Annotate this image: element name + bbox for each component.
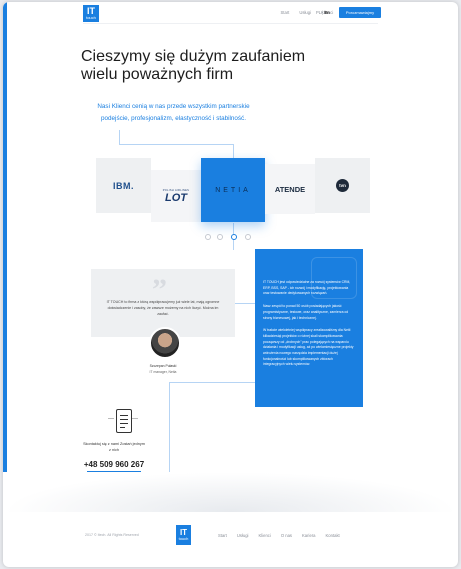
carousel-dot[interactable] bbox=[205, 234, 211, 240]
page: IT touch Start Usługi Klienci O nas Kari… bbox=[3, 2, 458, 567]
client-logo-tvn[interactable]: tvn bbox=[315, 158, 370, 213]
phone-document-icon bbox=[116, 409, 132, 433]
page-title: Cieszymy się dużym zaufaniem wielu poważ… bbox=[81, 48, 306, 83]
case-study-paragraph: IT TOUCH jest odpowiedzialne za rozwój s… bbox=[263, 280, 351, 296]
copyright-text: 2017 © Itech. All Rights Reserved bbox=[85, 533, 139, 537]
nav-item-start[interactable]: Start bbox=[280, 10, 289, 15]
client-logo-netia[interactable]: NETIA bbox=[201, 158, 265, 222]
testimonial-text: IT TOUCH to firma z którą współpracujemy… bbox=[106, 300, 220, 316]
carousel-dot-active[interactable] bbox=[231, 234, 237, 240]
footer-logo[interactable]: IT touch bbox=[176, 525, 191, 545]
lang-en[interactable]: En bbox=[324, 10, 329, 15]
left-accent-bar bbox=[3, 2, 7, 500]
client-logo-lot[interactable]: POLISH AIRLINES LOT bbox=[151, 170, 201, 222]
nav-item-uslugi[interactable]: Usługi bbox=[299, 10, 311, 15]
tvn-logo-text: tvn bbox=[336, 179, 349, 192]
footer-nav-kontakt[interactable]: Kontakt bbox=[326, 533, 340, 538]
phone-icon-dash bbox=[108, 418, 114, 419]
contact-cta-button[interactable]: Porozmawiajmy bbox=[339, 7, 381, 18]
carousel-dot[interactable] bbox=[217, 234, 223, 240]
author-role: IT manager, Netia bbox=[149, 370, 177, 374]
lot-logo-text: LOT bbox=[165, 191, 187, 204]
footer-logo-subtext: touch bbox=[178, 536, 189, 541]
case-study-paragraph: W trakcie wieloletniej współpracy zreali… bbox=[263, 328, 354, 367]
footer-nav-o-nas[interactable]: O nas bbox=[281, 533, 292, 538]
netia-logo-text: NETIA bbox=[215, 186, 251, 194]
language-switch: PL | En bbox=[316, 10, 330, 15]
case-study-paragraph: Nasz zespół to ponad 50 osób posiadający… bbox=[263, 304, 349, 320]
footer-nav: Start Usługi Klienci O nas Kariera Konta… bbox=[218, 533, 340, 538]
avatar bbox=[149, 327, 181, 359]
case-study-text: IT TOUCH jest odpowiedzialne za rozwój s… bbox=[263, 280, 355, 375]
connector-line bbox=[233, 144, 234, 158]
header-logo[interactable]: IT touch bbox=[83, 5, 99, 22]
client-logo-ibm[interactable]: IBM. bbox=[96, 158, 151, 213]
connector-line bbox=[169, 382, 170, 473]
connector-line bbox=[119, 130, 120, 144]
contact-text: Skontaktuj się z nami Zostań jednym z ni… bbox=[83, 442, 145, 452]
footer-nav-start[interactable]: Start bbox=[218, 533, 227, 538]
header-divider bbox=[83, 23, 378, 24]
connector-line bbox=[169, 382, 255, 383]
footer-nav-kariera[interactable]: Kariera bbox=[302, 533, 316, 538]
carousel-dot[interactable] bbox=[245, 234, 251, 240]
atende-logo-text: ATENDE bbox=[274, 184, 306, 194]
footer-nav-uslugi[interactable]: Usługi bbox=[237, 533, 249, 538]
phone-icon-dash bbox=[132, 418, 138, 419]
connector-line bbox=[119, 144, 234, 145]
phone-number[interactable]: +48 509 960 267 bbox=[81, 460, 147, 469]
logo-subtext: touch bbox=[86, 15, 96, 20]
ibm-logo-text: IBM. bbox=[113, 180, 134, 191]
lead-text: Nasi Klienci cenią w nas przede wszystki… bbox=[97, 103, 250, 122]
case-study-panel: IT TOUCH jest odpowiedzialne za rozwój s… bbox=[255, 249, 363, 407]
client-logo-atende[interactable]: ATENDE bbox=[265, 164, 315, 214]
footer-background bbox=[3, 472, 458, 512]
testimonial-author: Szczepan Pułaski IT manager, Netia bbox=[123, 363, 203, 375]
author-name: Szczepan Pułaski bbox=[149, 364, 177, 368]
footer-nav-klienci[interactable]: Klienci bbox=[258, 533, 270, 538]
connector-line bbox=[235, 303, 255, 304]
